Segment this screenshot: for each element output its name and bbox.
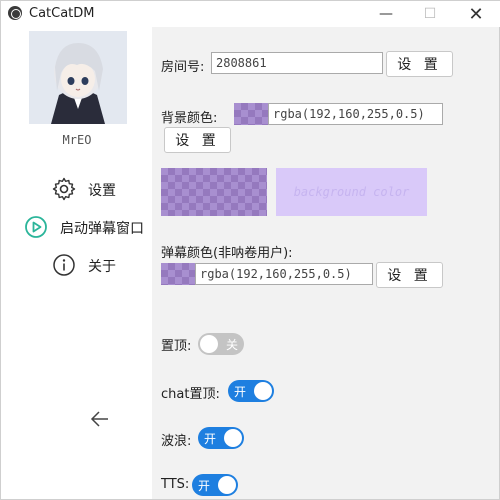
danmaku-color-set-button[interactable]: 设 置	[376, 262, 443, 288]
toggle-knob	[254, 382, 272, 400]
back-arrow-icon[interactable]	[88, 407, 112, 431]
pin-toggle[interactable]: 关	[198, 333, 244, 355]
chat-pin-label: chat置顶:	[161, 387, 220, 402]
sidebar: MrEO 设置 启动弹幕窗口 关于	[2, 27, 152, 499]
toggle-state: 开	[198, 479, 211, 493]
app-logo-icon	[8, 6, 22, 20]
bg-color-input[interactable]: rgba(192,160,255,0.5)	[268, 103, 443, 125]
settings-panel: 房间号: 2808861 设 置 背景颜色: rgba(192,160,255,…	[152, 27, 491, 499]
bg-color-label: 背景颜色:	[161, 111, 218, 126]
scrollbar[interactable]	[491, 27, 499, 499]
avatar-image	[29, 31, 127, 124]
toggle-knob	[200, 335, 218, 353]
wave-toggle[interactable]: 开	[198, 427, 244, 449]
sidebar-item-label: 关于	[88, 259, 116, 275]
wave-label: 波浪:	[161, 434, 192, 449]
toggle-knob	[224, 429, 242, 447]
chat-pin-toggle[interactable]: 开	[228, 380, 274, 402]
transparency-preview	[161, 168, 267, 216]
gear-icon	[52, 177, 76, 201]
room-set-button[interactable]: 设 置	[386, 51, 453, 77]
username: MrEO	[62, 133, 92, 147]
bg-color-set-button[interactable]: 设 置	[164, 127, 231, 153]
bg-color-swatch[interactable]	[234, 103, 268, 125]
danmaku-color-label: 弹幕颜色(非呐卷用户):	[161, 246, 293, 261]
maximize-button[interactable]: ☐	[407, 1, 453, 27]
sidebar-item-launch-danmaku[interactable]: 启动弹幕窗口	[2, 213, 152, 241]
play-circle-icon	[25, 216, 47, 238]
window-title: CatCatDM	[29, 6, 95, 21]
avatar	[29, 31, 127, 124]
toggle-state: 开	[234, 385, 247, 399]
toggle-knob	[218, 476, 236, 494]
sidebar-item-label: 启动弹幕窗口	[60, 221, 144, 237]
room-input[interactable]: 2808861	[211, 52, 383, 74]
title-bar[interactable]: CatCatDM — ☐ ✕	[1, 1, 500, 27]
sidebar-item-about[interactable]: 关于	[2, 251, 152, 279]
danmaku-color-input[interactable]: rgba(192,160,255,0.5)	[195, 263, 373, 285]
pin-label: 置顶:	[161, 339, 192, 354]
sidebar-item-settings[interactable]: 设置	[2, 175, 152, 203]
close-button[interactable]: ✕	[453, 1, 499, 27]
info-icon	[53, 254, 75, 276]
bg-color-preview: background color	[276, 168, 427, 216]
minimize-button[interactable]: —	[363, 1, 409, 27]
toggle-state: 开	[204, 432, 217, 446]
room-label: 房间号:	[161, 60, 205, 75]
sidebar-item-label: 设置	[88, 183, 116, 199]
tts-label: TTS:	[161, 477, 190, 492]
toggle-state: 关	[225, 338, 238, 352]
danmaku-color-swatch[interactable]	[161, 263, 195, 285]
app-window: CatCatDM — ☐ ✕ MrEO 设置 启动弹幕窗口 关于 房间号: 28…	[0, 0, 500, 500]
tts-toggle[interactable]: 开	[192, 474, 238, 496]
